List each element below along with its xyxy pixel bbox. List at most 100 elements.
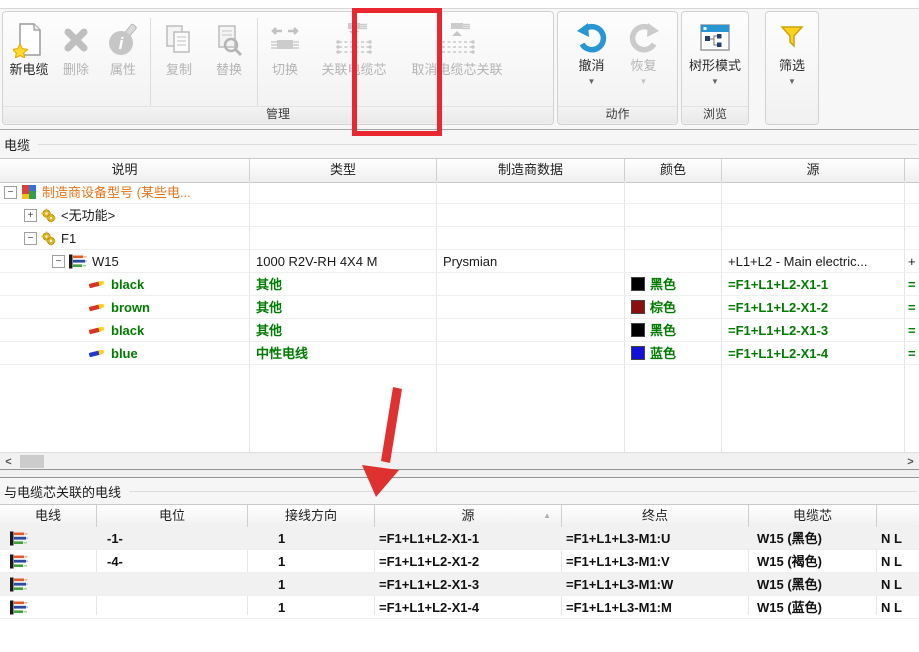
wire-red-icon <box>88 324 106 336</box>
cable-tree-row[interactable]: −制造商设备型号 (某些电... <box>0 181 919 204</box>
cables-table-body: −制造商设备型号 (某些电...+<无功能>−F1−W151000 R2V-RH… <box>0 181 919 452</box>
direction-value: 1 <box>278 551 285 572</box>
overflow-cell: = <box>905 273 919 295</box>
ribbon-group-actions: 撤消 ▼ 恢复 ▼ 动作 <box>557 11 678 125</box>
source-cell: =F1+L1+L2-X1-1 <box>375 527 562 549</box>
tree-mode-button[interactable]: 树形模式 ▼ <box>684 14 746 110</box>
cable-tree-row[interactable]: −W151000 R2V-RH 4X4 MPrysmian+L1+L2 - Ma… <box>0 250 919 273</box>
replace-button[interactable]: 替换 <box>204 14 254 110</box>
undo-button[interactable]: 撤消 ▼ <box>566 14 618 110</box>
replace-icon <box>213 18 245 62</box>
column-header-source[interactable]: 源 <box>722 159 905 182</box>
overflow-cell <box>905 181 919 203</box>
type-value: 其他 <box>256 274 282 295</box>
column-header-direction[interactable]: 接线方向 <box>248 505 375 528</box>
new-cable-icon <box>13 18 45 62</box>
destination-cell: =F1+L1+L3-M1:U <box>562 527 749 549</box>
source-cell: +L1+L2 - Main electric... <box>722 250 905 272</box>
cables-table-header: 说明 类型 制造商数据 颜色 源 <box>0 158 919 183</box>
wire-row[interactable]: -1-1=F1+L1+L2-X1-1=F1+L1+L3-M1:UW15 (黑色)… <box>0 527 919 550</box>
column-header-potential[interactable]: 电位 <box>97 505 248 528</box>
collapse-minus-icon[interactable]: − <box>52 255 65 268</box>
column-header-destination[interactable]: 终点 <box>562 505 749 528</box>
overflow-value: N L <box>881 551 902 572</box>
expand-plus-icon[interactable]: + <box>24 209 37 222</box>
type-cell <box>250 204 437 226</box>
properties-button[interactable]: i 属性 <box>99 14 147 110</box>
scroll-right-arrow-icon[interactable]: > <box>902 453 919 470</box>
cable-tree-row[interactable]: − F1 <box>0 227 919 250</box>
column-header-description[interactable]: 说明 <box>0 159 250 182</box>
column-header-overflow[interactable] <box>877 505 919 528</box>
potential-cell: -4- <box>97 550 248 572</box>
chevron-down-icon[interactable]: ▼ <box>788 77 796 87</box>
chevron-down-icon[interactable]: ▼ <box>711 77 719 87</box>
type-cell: 1000 R2V-RH 4X4 M <box>250 250 437 272</box>
source-value: =F1+L1+L2-X1-4 <box>379 597 479 618</box>
scroll-left-arrow-icon[interactable]: < <box>0 453 17 470</box>
cable-tree-row[interactable]: +<无功能> <box>0 204 919 227</box>
switch-button[interactable]: 切换 <box>261 14 309 110</box>
row-label: F1 <box>61 228 76 249</box>
column-header-color[interactable]: 颜色 <box>625 159 722 182</box>
manufacturer-cell <box>437 204 625 226</box>
wire-row[interactable]: 1=F1+L1+L2-X1-4=F1+L1+L3-M1:MW15 (蓝色)N L <box>0 596 919 619</box>
color-cell <box>625 250 722 272</box>
type-cell: 其他 <box>250 319 437 341</box>
overflow-value: = <box>908 320 916 341</box>
color-cell: 黑色 <box>625 319 722 341</box>
panel-title-text: 与电缆芯关联的电线 <box>4 482 121 501</box>
ribbon-group-label: 动作 <box>558 106 677 123</box>
potential-value: -1- <box>107 528 123 549</box>
chevron-down-icon[interactable]: ▼ <box>588 77 596 87</box>
filter-button[interactable]: 筛选 ▼ <box>768 14 816 110</box>
collapse-minus-icon[interactable]: − <box>24 232 37 245</box>
chevron-down-icon[interactable]: ▼ <box>640 77 648 87</box>
column-header-type[interactable]: 类型 <box>250 159 437 182</box>
wire-row[interactable]: -4-1=F1+L1+L2-X1-2=F1+L1+L3-M1:VW15 (褐色)… <box>0 550 919 573</box>
row-label: blue <box>111 343 138 364</box>
cable-tree-row[interactable]: black其他黑色=F1+L1+L2-X1-3= <box>0 319 919 342</box>
column-header-manufacturer-data[interactable]: 制造商数据 <box>437 159 625 182</box>
color-label: 蓝色 <box>650 343 676 364</box>
column-header-cable-core[interactable]: 电缆芯 <box>749 505 877 528</box>
direction-value: 1 <box>278 597 285 618</box>
cable-core-value: W15 (黑色) <box>757 574 822 595</box>
source-value: =F1+L1+L2-X1-1 <box>379 528 479 549</box>
scrollbar-thumb[interactable] <box>20 455 44 468</box>
column-header-overflow[interactable] <box>905 159 919 182</box>
overflow-cell <box>905 227 919 249</box>
cable-tree-row[interactable]: blue中性电线蓝色=F1+L1+L2-X1-4= <box>0 342 919 365</box>
direction-value: 1 <box>278 574 285 595</box>
collapse-minus-icon[interactable]: − <box>4 186 17 199</box>
row-label: black <box>111 320 144 341</box>
column-header-wire[interactable]: 电线 <box>0 505 97 528</box>
wire-red-icon <box>88 301 106 313</box>
new-cable-button[interactable]: 新电缆 <box>5 14 53 110</box>
cable-tree-row[interactable]: black其他黑色=F1+L1+L2-X1-1= <box>0 273 919 296</box>
source-value: =F1+L1+L2-X1-1 <box>728 274 828 295</box>
column-header-source-sorted[interactable]: 源 ▲ <box>375 505 562 528</box>
color-cell: 棕色 <box>625 296 722 318</box>
direction-value: 1 <box>278 528 285 549</box>
redo-button[interactable]: 恢复 ▼ <box>618 14 670 110</box>
destination-cell: =F1+L1+L3-M1:V <box>562 550 749 572</box>
panel-splitter[interactable] <box>0 469 919 478</box>
title-rule <box>38 144 917 145</box>
overflow-value: + <box>908 251 916 272</box>
color-swatch <box>631 277 645 291</box>
wire-row[interactable]: 1=F1+L1+L2-X1-3=F1+L1+L3-M1:WW15 (黑色)N L <box>0 573 919 596</box>
color-cell: 蓝色 <box>625 342 722 364</box>
cable-tree-row[interactable]: brown其他棕色=F1+L1+L2-X1-2= <box>0 296 919 319</box>
row-label: brown <box>111 297 150 318</box>
potential-cell: -1- <box>97 527 248 549</box>
destination-cell: =F1+L1+L3-M1:W <box>562 573 749 595</box>
overflow-cell: + <box>905 250 919 272</box>
manufacturer-value: Prysmian <box>443 251 497 272</box>
ribbon-group-label: 浏览 <box>682 106 748 123</box>
copy-button[interactable]: 复制 <box>154 14 204 110</box>
wires-table-header: 电线 电位 接线方向 源 ▲ 终点 电缆芯 <box>0 504 919 529</box>
delete-button[interactable]: 删除 <box>53 14 99 110</box>
horizontal-scrollbar[interactable]: < > <box>0 452 919 470</box>
button-label: 切换 <box>272 62 298 78</box>
